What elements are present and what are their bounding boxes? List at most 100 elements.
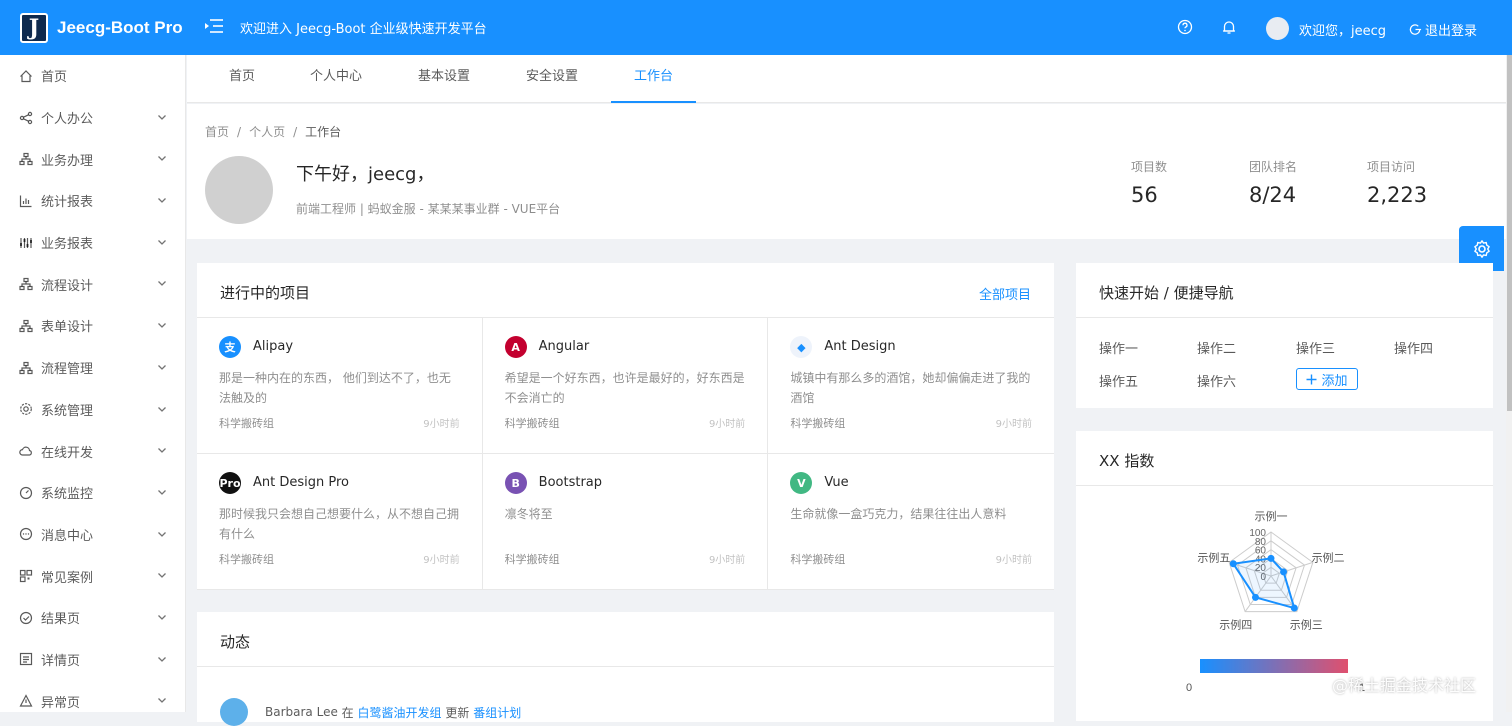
project-item[interactable]: 支 Alipay 那是一种内在的东西， 他们到达不了，也无法触及的 科学搬砖组 … (197, 318, 483, 454)
visual-map-min-label: 0 (1186, 682, 1192, 694)
project-name[interactable]: Angular (539, 339, 590, 354)
tab-basic-settings[interactable]: 基本设置 (409, 55, 479, 103)
chevron-down-icon (158, 198, 166, 203)
project-logo-icon: A (504, 336, 527, 358)
quick-op-link[interactable]: 操作三 (1296, 338, 1335, 357)
sidebar-item[interactable]: 详情页 (0, 639, 185, 681)
quick-op-link[interactable]: 操作二 (1197, 338, 1236, 357)
sidebar-item-icon (19, 152, 33, 166)
sidebar-item[interactable]: 个人办公 (0, 97, 185, 139)
sidebar-item[interactable]: 流程管理 (0, 347, 185, 389)
sidebar-item[interactable]: 常见案例 (0, 555, 185, 597)
all-projects-link[interactable]: 全部项目 (979, 284, 1031, 303)
project-group[interactable]: 科学搬砖组 (790, 415, 845, 431)
sidebar-item-label: 流程管理 (41, 362, 94, 378)
sidebar-item[interactable]: 系统监控 (0, 472, 185, 514)
page-scrollbar[interactable] (1506, 55, 1512, 712)
stat-label: 项目数 (1131, 160, 1168, 174)
project-group[interactable]: 科学搬砖组 (505, 551, 560, 567)
cluster-icon (19, 278, 33, 291)
activity-group-link[interactable]: 白鹭酱油开发组 (358, 704, 442, 721)
sidebar-item-icon (19, 111, 33, 125)
cloud-icon (19, 446, 32, 456)
sidebar-item-icon (19, 569, 33, 583)
dashboard-icon (19, 486, 33, 499)
tab-security-settings[interactable]: 安全设置 (517, 55, 587, 103)
project-item[interactable]: ◆ Ant Design 城镇中有那么多的酒馆，她却偏偏走进了我的酒馆 科学搬砖… (768, 318, 1054, 454)
project-desc: 那是一种内在的东西， 他们到达不了，也无法触及的 (219, 371, 451, 405)
project-name[interactable]: Ant Design (824, 339, 895, 354)
project-group[interactable]: 科学搬砖组 (219, 551, 274, 567)
sidebar-item[interactable]: 统计报表 (0, 180, 185, 222)
sidebar-item-label: 结果页 (41, 612, 81, 628)
tab-personal-center[interactable]: 个人中心 (301, 55, 371, 103)
sidebar-item[interactable]: 流程设计 (0, 263, 185, 305)
activity-target-link[interactable]: 番组计划 (473, 704, 521, 721)
radar-data-point (1251, 593, 1259, 601)
gear-icon (1473, 239, 1490, 258)
sidebar-item[interactable]: 表单设计 (0, 305, 185, 347)
project-item[interactable]: A Angular 希望是一个好东西，也许是最好的，好东西是不会消亡的 科学搬砖… (482, 318, 769, 454)
quick-op-link[interactable]: 操作一 (1099, 338, 1138, 357)
stat-value: 2,223 (1367, 183, 1428, 207)
breadcrumb-item[interactable]: 首页 (205, 125, 229, 139)
project-group[interactable]: 科学搬砖组 (219, 415, 274, 431)
sidebar-item-label: 异常页 (41, 695, 81, 711)
quick-op-link[interactable]: 操作六 (1197, 371, 1236, 390)
stat-label: 团队排名 (1249, 160, 1298, 174)
project-name[interactable]: Vue (824, 475, 848, 490)
add-quick-op-button[interactable]: 添加 (1296, 368, 1358, 390)
project-name[interactable]: Alipay (253, 339, 293, 354)
quick-op-link[interactable]: 操作四 (1394, 338, 1433, 357)
sidebar-item[interactable]: 业务办理 (0, 138, 185, 180)
sidebar-item[interactable]: 消息中心 (0, 514, 185, 556)
project-desc: 城镇中有那么多的酒馆，她却偏偏走进了我的酒馆 (790, 371, 1031, 405)
scrollbar-thumb[interactable] (1507, 55, 1512, 411)
logo[interactable]: J Jeecg-Boot Pro (0, 0, 186, 55)
activity-card: 动态 Barbara Lee 在 白鹭酱油开发组 更新 番组计划 (197, 612, 1054, 726)
sidebar-item[interactable]: 异常页 (0, 680, 185, 712)
question-icon[interactable] (1176, 18, 1194, 36)
logout-button[interactable]: 退出登录 (1409, 20, 1477, 39)
chevron-down-icon (158, 489, 166, 495)
sidebar-item[interactable]: 在线开发 (0, 430, 185, 472)
sidebar-item[interactable]: 首页 (0, 55, 185, 97)
logout-icon (1409, 24, 1422, 35)
watermark: @稀土掘金技术社区 (1332, 676, 1477, 695)
radar-data-point (1229, 560, 1237, 568)
sidebar-item-label: 统计报表 (41, 195, 94, 211)
sidebar-item[interactable]: 结果页 (0, 597, 185, 639)
project-name[interactable]: Bootstrap (539, 475, 602, 490)
sidebar-item[interactable]: 系统管理 (0, 389, 185, 431)
menu-fold-icon[interactable] (204, 16, 224, 36)
project-item[interactable]: Pro Ant Design Pro 那时候我只会想自己想要什么，从不想自己拥有… (197, 454, 483, 590)
user-greeting[interactable]: 欢迎您，jeecg (1299, 20, 1386, 39)
tab-workplace[interactable]: 工作台 (611, 55, 696, 103)
bell-icon[interactable] (1220, 18, 1238, 36)
sidebar-item-label: 系统管理 (41, 403, 94, 419)
breadcrumb-item[interactable]: 个人页 (249, 125, 285, 139)
chevron-down-icon (158, 364, 166, 370)
sidebar-item[interactable]: 业务报表 (0, 222, 185, 264)
profile-subtitle: 前端工程师 | 蚂蚁金服 - 某某某事业群 - VUE平台 (296, 202, 561, 216)
radar-series-line (1231, 557, 1296, 610)
chevron-down-icon (158, 406, 166, 412)
project-group[interactable]: 科学搬砖组 (505, 415, 560, 431)
quick-nav-card: 快速开始 / 便捷导航 操作一 操作二 操作三 操作四 操作五 操作六 添加 (1076, 263, 1493, 408)
top-header: J Jeecg-Boot Pro 欢迎进入 Jeecg-Boot 企业级快速开发… (0, 0, 1512, 55)
project-name[interactable]: Ant Design Pro (253, 475, 349, 490)
sidebar-item-icon (19, 694, 33, 708)
page-header: 首页 / 个人页 / 工作台 下午好，jeecg， 前端工程师 | 蚂蚁金服 - 某某某… (187, 104, 1506, 239)
setting-icon (20, 403, 32, 416)
project-item[interactable]: V Vue 生命就像一盒巧克力，结果往往出人意料 科学搬砖组 9小时前 (768, 454, 1054, 590)
tab-home[interactable]: 首页 (214, 55, 270, 103)
project-group[interactable]: 科学搬砖组 (790, 551, 845, 567)
warning-icon (19, 694, 33, 707)
project-item[interactable]: B Bootstrap 凛冬将至 科学搬砖组 9小时前 (482, 454, 769, 590)
project-logo-icon: 支 (219, 336, 241, 358)
user-avatar[interactable] (1266, 17, 1289, 40)
project-time: 9小时前 (708, 419, 746, 430)
project-time: 9小时前 (708, 555, 746, 566)
quick-op-link[interactable]: 操作五 (1099, 371, 1138, 390)
sidebar-item-label: 系统监控 (41, 487, 94, 503)
